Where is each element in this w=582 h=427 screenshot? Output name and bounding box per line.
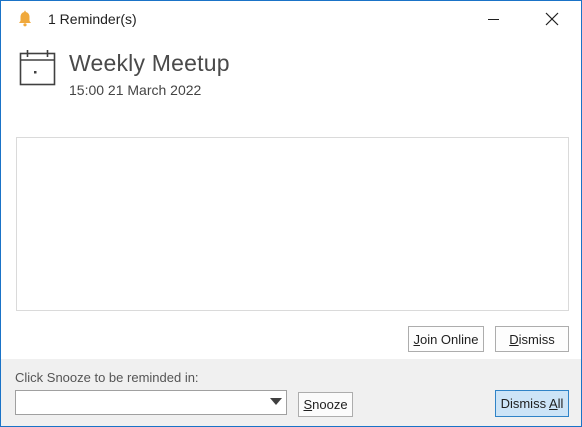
close-button[interactable] [529, 1, 575, 37]
dismiss-all-button[interactable]: Dismiss All [495, 390, 569, 417]
dismiss-label: Dismiss [509, 331, 555, 347]
calendar-icon [19, 50, 56, 86]
dismiss-button[interactable]: Dismiss [495, 326, 569, 352]
dismiss-all-label: Dismiss All [500, 396, 564, 411]
minimize-icon [488, 19, 499, 20]
snooze-footer: Click Snooze to be reminded in: Snooze D… [1, 359, 581, 426]
reminder-subject: Weekly Meetup [69, 50, 230, 76]
join-online-label: Join Online [413, 331, 479, 347]
snooze-label: Snooze [303, 397, 348, 412]
snooze-button[interactable]: Snooze [298, 392, 353, 417]
close-icon [545, 12, 559, 26]
minimize-button[interactable] [471, 1, 517, 37]
reminder-notes-area[interactable] [16, 137, 569, 311]
snooze-duration-select[interactable] [15, 390, 287, 415]
dropdown-arrow-icon[interactable] [270, 398, 282, 405]
snooze-prompt: Click Snooze to be reminded in: [15, 370, 199, 385]
window-title: 1 Reminder(s) [48, 11, 137, 27]
bell-icon [19, 10, 31, 27]
title-bar: 1 Reminder(s) [1, 1, 581, 37]
join-online-button[interactable]: Join Online [408, 326, 484, 352]
reminder-datetime: 15:00 21 March 2022 [69, 82, 202, 98]
reminder-window: 1 Reminder(s) Weekly Meetup 15:00 21 Mar… [0, 0, 582, 427]
